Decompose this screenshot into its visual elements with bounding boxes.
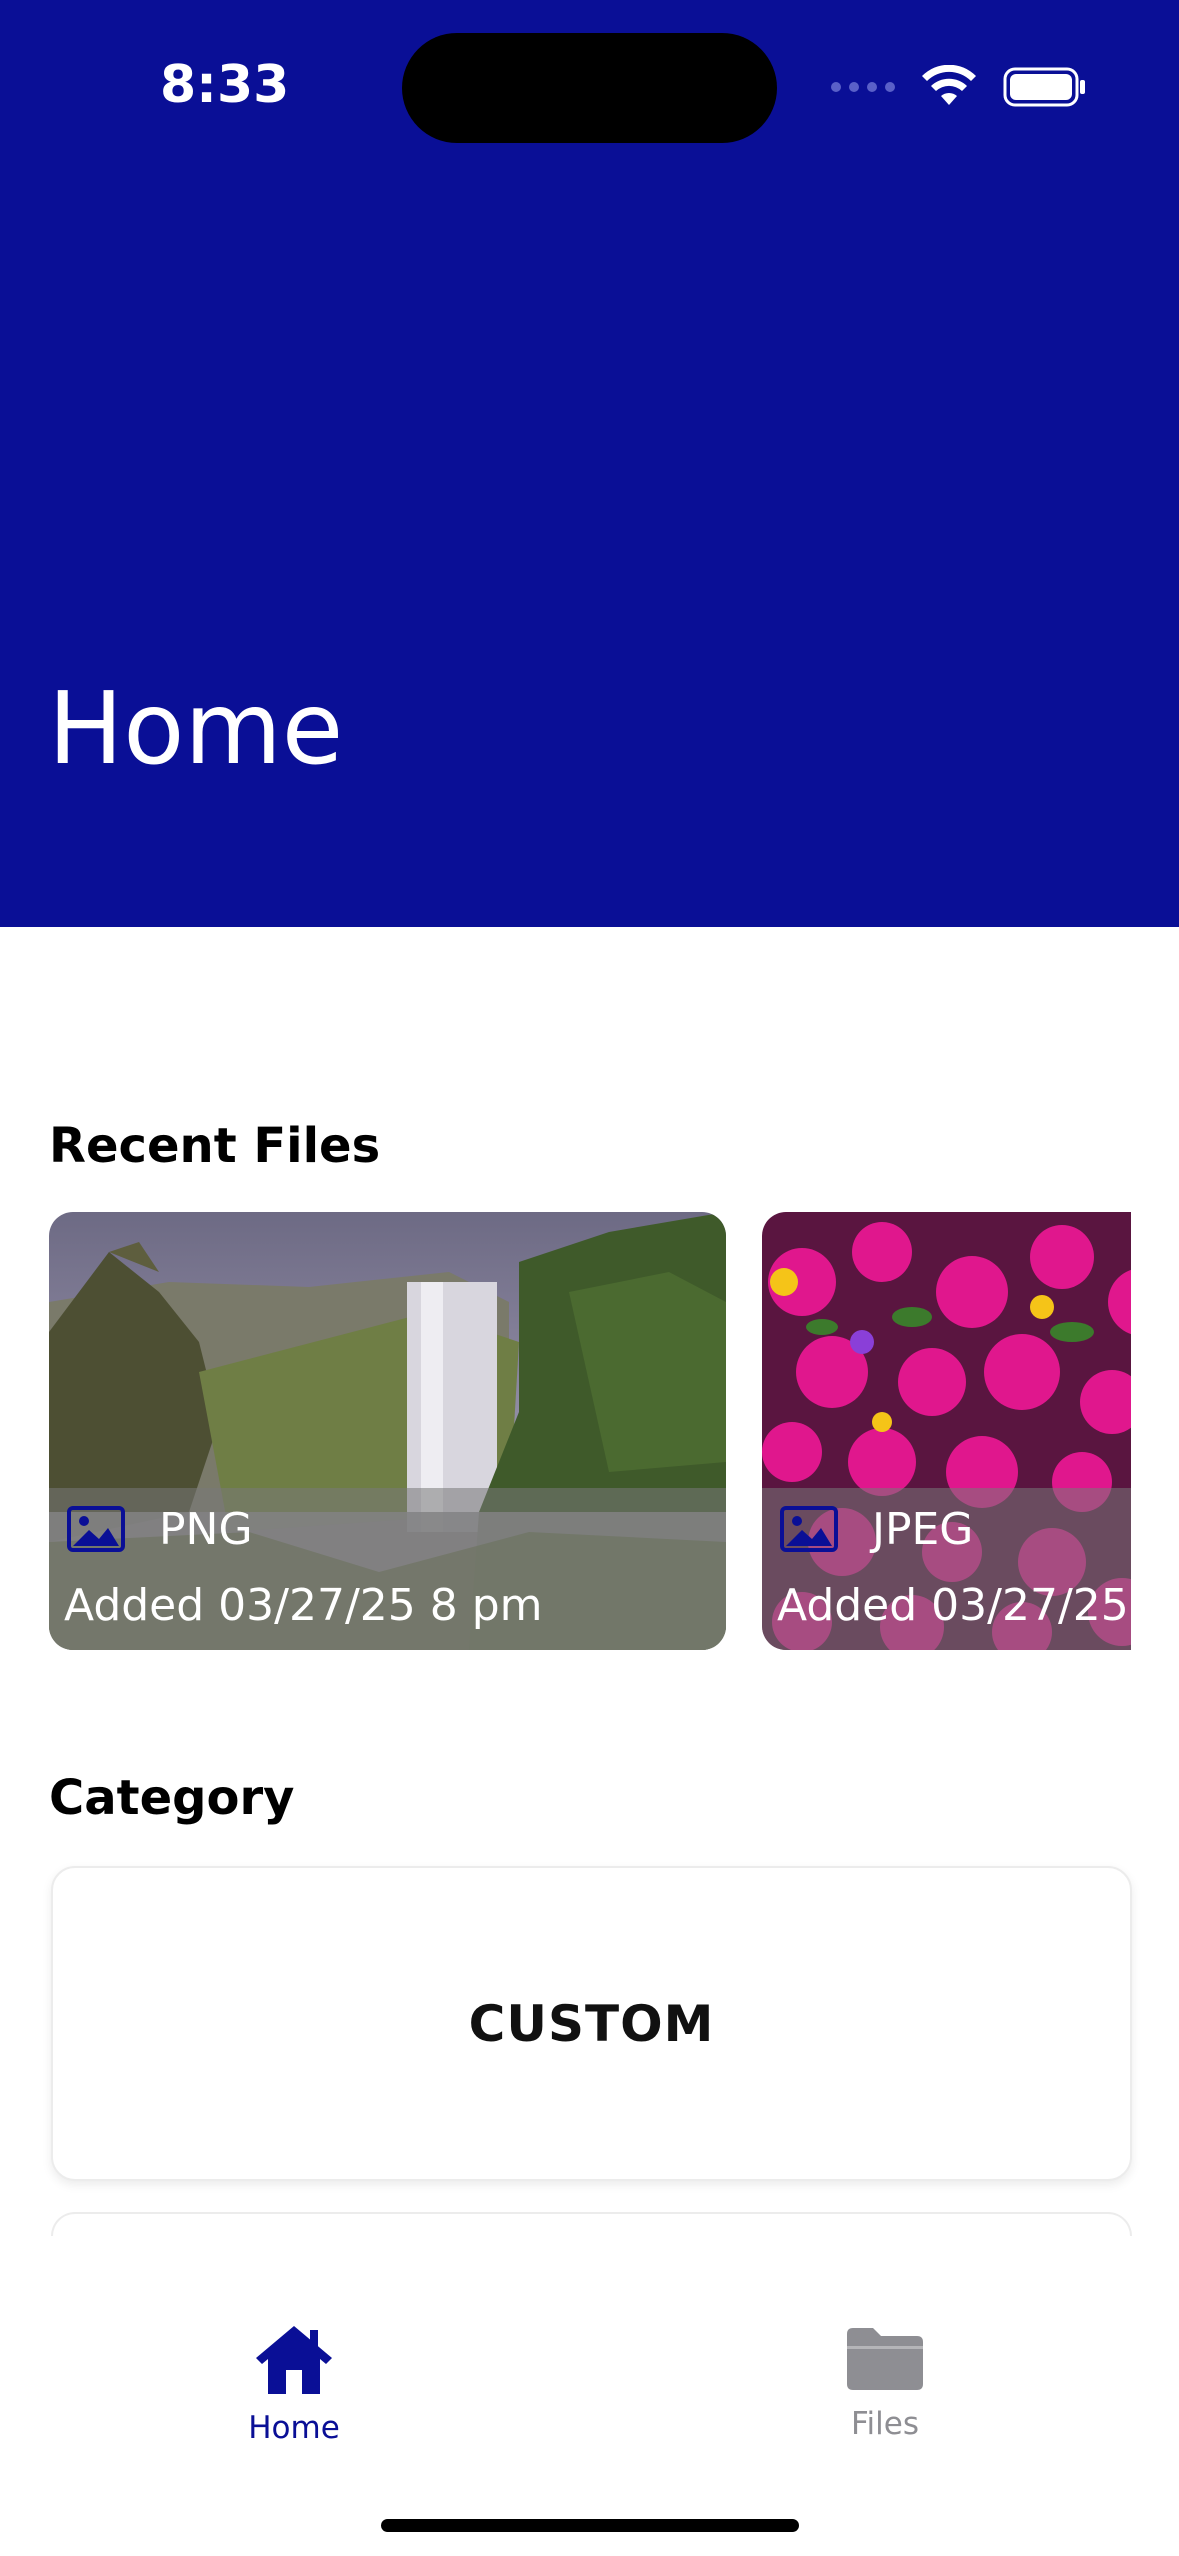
recent-files-heading: Recent Files: [49, 1118, 381, 1174]
card-info-overlay: JPEG Added 03/27/25 8 pm: [762, 1488, 1131, 1650]
cellular-signal-icon: [831, 82, 895, 92]
home-indicator[interactable]: [381, 2519, 799, 2532]
house-icon: [256, 2326, 332, 2394]
file-added-date: Added 03/27/25 8 pm: [777, 1580, 1131, 1631]
page-title: Home: [48, 670, 344, 787]
category-label: CUSTOM: [468, 1994, 715, 2053]
category-heading: Category: [49, 1770, 295, 1826]
battery-icon: [1003, 67, 1085, 107]
file-added-date: Added 03/27/25 8 pm: [64, 1580, 543, 1631]
wifi-icon: [922, 65, 976, 105]
tab-files[interactable]: Files: [735, 2322, 1035, 2442]
recent-files-carousel[interactable]: PNG Added 03/27/25 8 pm JPEG Added 03/27…: [49, 1212, 1131, 1650]
tab-home[interactable]: Home: [144, 2322, 444, 2446]
category-card-custom[interactable]: CUSTOM: [51, 1866, 1132, 2181]
image-icon: [780, 1506, 838, 1552]
image-icon: [67, 1506, 125, 1552]
recent-file-card[interactable]: JPEG Added 03/27/25 8 pm: [762, 1212, 1131, 1650]
tab-home-label: Home: [248, 2410, 340, 2446]
file-type-label: JPEG: [872, 1504, 974, 1555]
tab-files-label: Files: [850, 2406, 920, 2442]
dynamic-island: [402, 33, 777, 143]
file-type-label: PNG: [159, 1504, 253, 1555]
status-time: 8:33: [160, 55, 290, 115]
header: 8:33 Home: [0, 0, 1179, 927]
status-indicators: [831, 62, 1087, 112]
recent-file-card[interactable]: PNG Added 03/27/25 8 pm: [49, 1212, 726, 1650]
folder-icon: [847, 2328, 923, 2390]
tab-bar: Home Files: [0, 2236, 1179, 2556]
card-info-overlay: PNG Added 03/27/25 8 pm: [49, 1488, 726, 1650]
